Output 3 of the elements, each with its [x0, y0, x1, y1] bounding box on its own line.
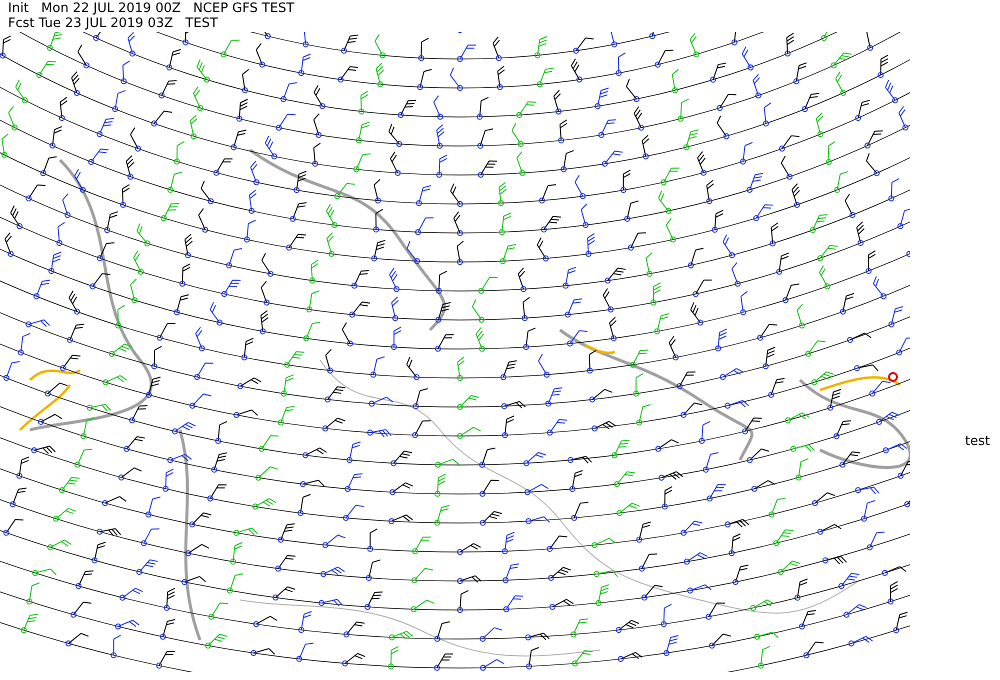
map-side-label: test [965, 434, 990, 449]
forecast-time-label: Fcst Tue 23 JUL 2019 03Z TEST [8, 16, 219, 31]
init-time-label: Init Mon 22 JUL 2019 00Z NCEP GFS TEST [8, 1, 296, 16]
